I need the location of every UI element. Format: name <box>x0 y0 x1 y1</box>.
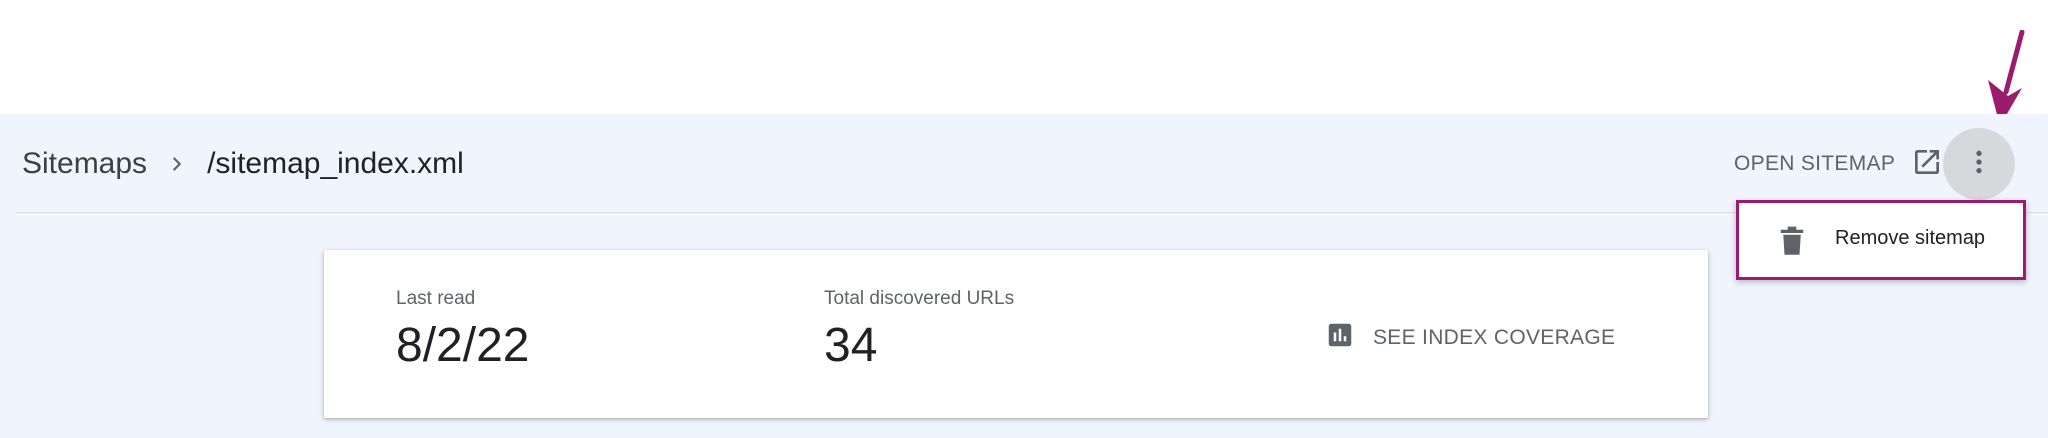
sitemap-stats-card: Last read 8/2/22 Total discovered URLs 3… <box>324 250 1708 418</box>
last-read-value: 8/2/22 <box>396 319 530 372</box>
more-options-button[interactable] <box>1943 128 2015 200</box>
breadcrumb-current: /sitemap_index.xml <box>207 147 464 180</box>
more-vert-icon <box>1963 146 1995 183</box>
bar-chart-icon <box>1325 320 1355 355</box>
breadcrumb: Sitemaps /sitemap_index.xml <box>22 144 464 184</box>
page: Sitemaps /sitemap_index.xml OPEN SITEMAP <box>0 0 2048 438</box>
more-options-menu: Remove sitemap <box>1736 200 2026 280</box>
breadcrumb-sitemaps-link[interactable]: Sitemaps <box>22 147 147 181</box>
total-urls-label: Total discovered URLs <box>824 288 1015 309</box>
chevron-right-icon <box>147 144 207 184</box>
see-index-coverage-button[interactable]: SEE INDEX COVERAGE <box>1325 320 1615 355</box>
trash-icon <box>1779 226 1805 256</box>
see-index-coverage-label: SEE INDEX COVERAGE <box>1373 325 1616 349</box>
total-urls-value: 34 <box>824 319 878 372</box>
last-read-stat: Last read 8/2/22 <box>396 288 529 373</box>
remove-sitemap-menu-item[interactable]: Remove sitemap <box>1739 203 2023 277</box>
open-sitemap-button[interactable]: OPEN SITEMAP <box>1734 144 1943 184</box>
total-urls-stat: Total discovered URLs 34 <box>824 288 1014 373</box>
last-read-label: Last read <box>396 288 476 309</box>
remove-sitemap-label: Remove sitemap <box>1835 227 1986 249</box>
header-row: Sitemaps /sitemap_index.xml OPEN SITEMAP <box>0 114 2048 212</box>
open-sitemap-label: OPEN SITEMAP <box>1734 152 1896 175</box>
open-in-new-icon <box>1911 146 1943 183</box>
